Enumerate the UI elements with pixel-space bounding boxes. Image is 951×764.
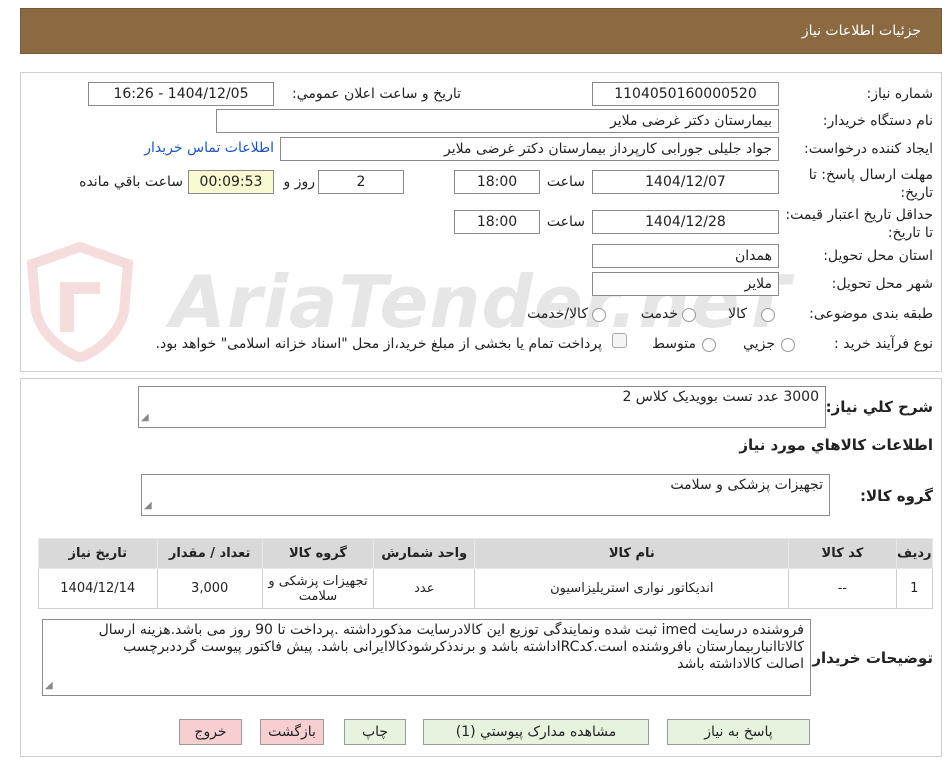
price-validity-date: 1404/12/28 [592, 210, 779, 234]
col-header-item-code: کد کالا [788, 538, 897, 569]
need-number-field: 1104050160000520 [592, 82, 779, 106]
col-header-unit: واحد شمارش [373, 538, 476, 569]
col-header-item-name: نام کالا [474, 538, 790, 569]
buyer-org-field: بیمارستان دکتر غرضی ملایر [216, 109, 779, 133]
radio-category-goods-service[interactable] [592, 308, 606, 322]
table-row: 1 -- اندیکاتور نواری استریلیزاسیون عدد ت… [38, 568, 934, 609]
buyer-notes-label: توضیحات خریدار: [806, 649, 933, 667]
validity-time-label: ساعت [546, 214, 585, 230]
resize-grip-icon: ◢ [144, 500, 152, 511]
goods-group-textarea[interactable]: تجهیزات پزشکی و سلامت ◢ [141, 474, 830, 516]
cell-item-name: اندیکاتور نواری استریلیزاسیون [474, 568, 790, 609]
price-validity-time: 18:00 [454, 210, 540, 234]
resize-grip-icon: ◢ [141, 412, 149, 423]
reply-deadline-time: 18:00 [454, 170, 540, 194]
delivery-province-field: همدان [592, 244, 779, 268]
buyer-notes-line-2: کالاتاانباربیمارستان بافروشنده است.کدIRC… [123, 639, 804, 655]
treasury-payment-checkbox[interactable] [612, 333, 627, 348]
goods-section-title: اطلاعات کالاهاي مورد نياز [739, 436, 933, 454]
back-button[interactable]: بازگشت [260, 719, 324, 745]
requester-label: ایجاد کننده درخواست: [804, 141, 933, 157]
radio-process-minor[interactable] [781, 338, 795, 352]
table-header-row: رديف کد کالا نام کالا واحد شمارش گروه کا… [38, 538, 934, 569]
summary-label: شرح کلي نياز: [825, 398, 933, 416]
page-title: جزئیات اطلاعات نیاز [801, 23, 921, 39]
price-validity-label: حداقل تاریخ اعتبار قیمت: تا تاریخ: [785, 207, 933, 241]
remaining-days-field: 2 [318, 170, 404, 194]
cell-item-code: -- [788, 568, 897, 609]
summary-textarea[interactable]: 3000 عدد تست بوویدیک کلاس 2 ◢ [138, 386, 826, 428]
cell-quantity: 3,000 [156, 568, 263, 609]
remaining-time-field: 00:09:53 [188, 170, 274, 194]
buyer-notes-line-1: فروشنده درسایت imed ثبت شده ونمایندگی تو… [98, 622, 804, 638]
treasury-payment-note: پرداخت تمام یا بخشی از مبلغ خرید،از محل … [155, 336, 602, 352]
buyer-org-label: نام دستگاه خریدار: [822, 113, 933, 129]
requester-field: جواد جلیلی جورابی کارپرداز بیمارستان دکت… [280, 137, 779, 161]
cell-unit: عدد [373, 568, 476, 609]
cell-need-date: 1404/12/14 [38, 568, 158, 609]
goods-group-label: گروه کالا: [860, 487, 933, 505]
purchase-process-label: نوع فرآیند خرید : [834, 336, 933, 352]
print-button[interactable]: چاپ [344, 719, 406, 745]
radio-process-medium[interactable] [702, 338, 716, 352]
view-attachments-button[interactable]: مشاهده مدارک پیوستي (1) [423, 719, 649, 745]
goods-table: رديف کد کالا نام کالا واحد شمارش گروه کا… [38, 538, 934, 609]
need-number-label: شماره نیاز: [866, 86, 934, 102]
summary-text: 3000 عدد تست بوویدیک کلاس 2 [622, 389, 819, 405]
resize-grip-icon: ◢ [45, 680, 53, 691]
reply-deadline-date: 1404/12/07 [592, 170, 779, 194]
radio-category-goods-label: کالا [728, 306, 747, 322]
announce-datetime-field: 1404/12/05 - 16:26 [88, 82, 274, 106]
remaining-time-label: ساعت باقي مانده [79, 174, 183, 190]
delivery-city-field: ملایر [592, 272, 779, 296]
announce-datetime-label: تاریخ و ساعت اعلان عمومي: [292, 86, 461, 102]
radio-category-goods-service-label: کالا/خدمت [527, 306, 588, 322]
radio-process-minor-label: جزیي [743, 336, 775, 352]
page-header: جزئیات اطلاعات نیاز [20, 8, 942, 54]
category-label: طبقه بندی موضوعی: [809, 306, 933, 322]
radio-process-medium-label: متوسط [652, 336, 696, 352]
radio-category-goods[interactable] [761, 308, 775, 322]
delivery-city-label: شهر محل تحویل: [831, 276, 933, 292]
reply-deadline-label: مهلت ارسال پاسخ: تا تاریخ: [808, 167, 933, 201]
exit-button[interactable]: خروج [179, 719, 242, 745]
buyer-contact-link[interactable]: اطلاعات تماس خریدار [144, 140, 274, 156]
delivery-province-label: استان محل تحویل: [823, 248, 933, 264]
reply-time-label: ساعت [546, 174, 585, 190]
radio-category-service[interactable] [682, 308, 696, 322]
goods-group-text: تجهیزات پزشکی و سلامت [670, 477, 823, 493]
col-header-row-number: رديف [895, 538, 934, 569]
cell-row-number: 1 [895, 568, 934, 609]
days-label: روز و [283, 174, 316, 190]
buyer-notes-line-3: اصالت کالاداشته باشد [677, 656, 804, 672]
col-header-group: گروه کالا [261, 538, 375, 569]
buyer-notes-textarea[interactable]: فروشنده درسایت imed ثبت شده ونمایندگی تو… [42, 619, 811, 696]
col-header-need-date: تاريخ نياز [38, 538, 158, 569]
col-header-quantity: تعداد / مقدار [156, 538, 263, 569]
reply-button[interactable]: پاسخ به نیاز [667, 719, 810, 745]
radio-category-service-label: خدمت [640, 306, 678, 322]
cell-group: تجهیزات پزشکی و سلامت [261, 568, 375, 609]
